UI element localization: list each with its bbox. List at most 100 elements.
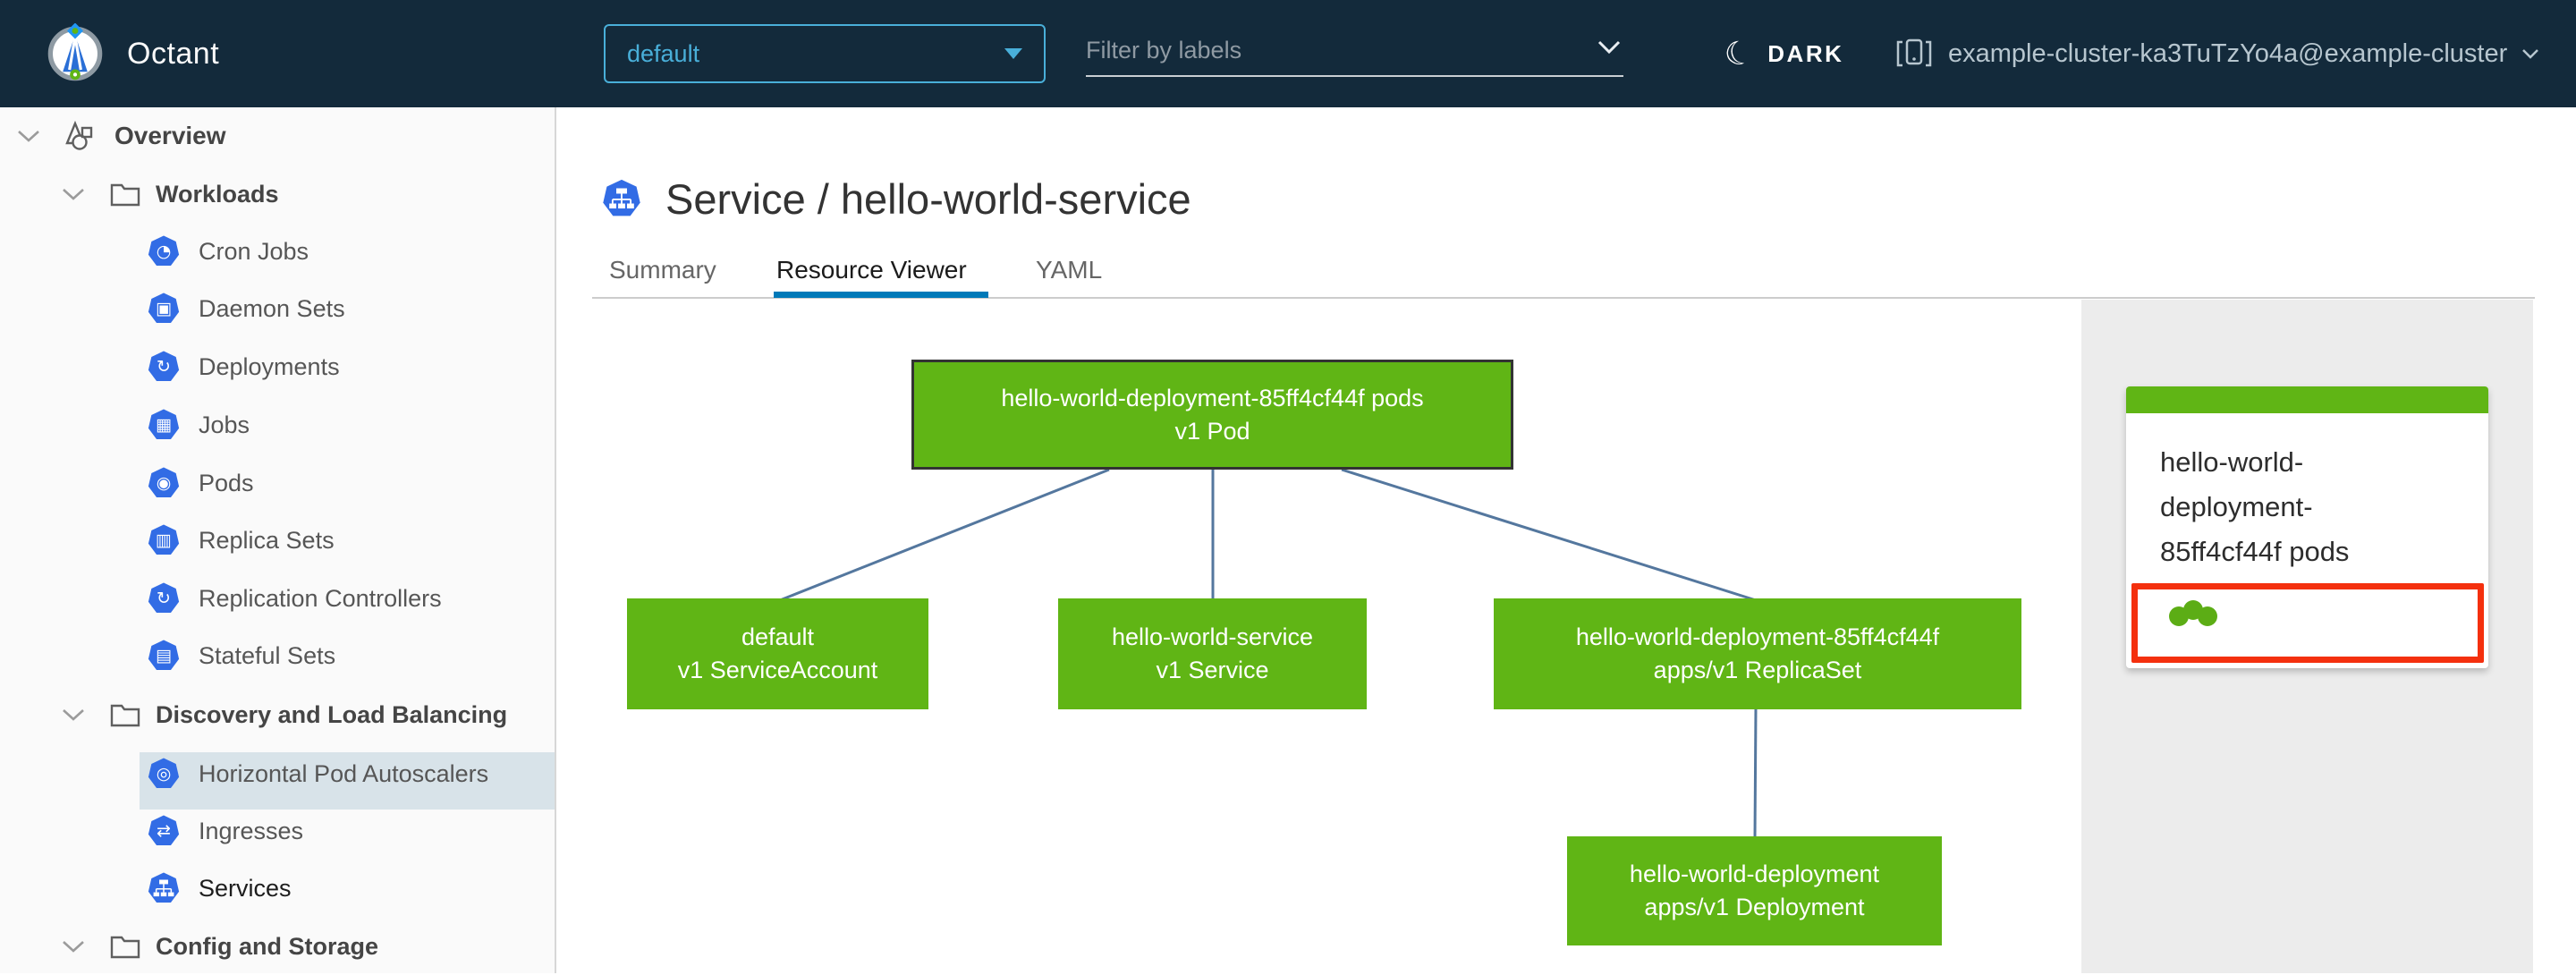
pods-icon: ◉ [148,467,180,497]
graph-node-deployment[interactable]: hello-world-deployment apps/v1 Deploymen… [1567,836,1942,945]
sidebar-item-pods[interactable]: ◉ Pods [0,454,556,512]
chevron-down-icon[interactable] [61,187,86,201]
sidebar-group-workloads[interactable]: Workloads [0,165,556,223]
sidebar-item-daemon-sets[interactable]: ▣ Daemon Sets [0,280,556,337]
graph-node-service[interactable]: hello-world-service v1 Service [1058,598,1367,709]
ingresses-icon: ⇄ [148,815,180,845]
selection-annotation [2131,583,2484,663]
icon-glyph: ◉ [156,473,172,493]
node-kind: v1 Pod [1174,417,1250,445]
sidebar-item-label: Overview [114,122,226,149]
sidebar-item-label: Replica Sets [199,526,335,554]
namespace-dropdown[interactable]: default [604,24,1046,83]
card-header-bar [2126,386,2488,413]
icon-glyph: ▦ [156,415,172,435]
active-tab-underline [774,292,988,298]
cluster-icon [1896,38,1932,67]
tab-resource-viewer[interactable]: Resource Viewer [776,256,967,284]
sidebar-group-label: Discovery and Load Balancing [156,700,508,728]
sidebar-item-label: Daemon Sets [199,294,345,322]
tab-summary[interactable]: Summary [609,256,716,284]
page-title-text: Service / hello-world-service [665,174,1191,223]
chevron-down-icon[interactable] [61,708,86,722]
chevron-down-icon[interactable] [16,129,41,143]
sidebar-item-label: Services [199,874,292,902]
sidebar-item-horizontal-pod-autoscalers[interactable]: ◎ Horizontal Pod Autoscalers [0,745,556,802]
node-name: hello-world-deployment [1629,861,1880,887]
node-kind: apps/v1 ReplicaSet [1653,657,1862,683]
replica-sets-icon: ▥ [148,524,180,555]
tab-yaml[interactable]: YAML [1036,256,1102,284]
sidebar-item-label: Stateful Sets [199,641,336,669]
sidebar-item-label: Ingresses [199,817,304,844]
jobs-icon: ▦ [148,409,180,439]
card-title: hello-world-deployment-85ff4cf44f pods [2160,446,2350,567]
sidebar-item-cron-jobs[interactable]: ◔ Cron Jobs [0,223,556,280]
icon-glyph: ◎ [156,764,172,784]
cluster-context[interactable]: example-cluster-ka3TuTzYo4a@example-clus… [1894,0,2539,107]
filter-chevron-icon[interactable] [1597,39,1622,55]
folder-icon [110,183,140,207]
sidebar-item-ingresses[interactable]: ⇄ Ingresses [0,802,556,860]
sidebar-item-jobs[interactable]: ▦ Jobs [0,396,556,454]
sidebar-item-replication-controllers[interactable]: ↻ Replication Controllers [0,570,556,627]
context-chevron-icon [2522,49,2539,59]
sidebar-item-label: Deployments [199,352,340,380]
namespace-value: default [627,39,700,67]
chevron-down-icon[interactable] [61,939,86,954]
node-kind: v1 ServiceAccount [677,657,878,683]
sidebar-item-overview[interactable]: Overview [0,107,556,165]
icon-glyph: ▥ [156,530,172,550]
app-title: Octant [127,36,220,71]
hpa-icon: ◎ [148,758,180,788]
icon-glyph: ◔ [156,242,172,261]
graph-node-replica-set[interactable]: hello-world-deployment-85ff4cf44f apps/v… [1494,598,2021,709]
node-name: default [741,623,815,650]
moon-icon: ☾ [1720,32,1758,75]
sidebar-group-label: Config and Storage [156,932,378,960]
header-bar: Octant default ☾ DARK example-cluster-ka… [0,0,2576,107]
pod-status-dot [2198,606,2217,626]
octant-app: { "header": { "app_title": "Octant", "na… [0,0,2576,973]
node-kind: apps/v1 Deployment [1644,894,1865,920]
octant-logo-icon[interactable] [45,23,106,84]
deployments-icon: ↻ [148,351,180,381]
sidebar-item-services[interactable]: Services [0,860,556,917]
objects-icon [65,120,93,150]
stateful-sets-icon: ▤ [148,640,180,670]
theme-toggle[interactable]: ☾ DARK [1720,0,1844,107]
sidebar-item-label: Pods [199,469,254,496]
node-kind: v1 Service [1156,657,1269,683]
icon-glyph: ↻ [157,589,171,608]
icon-glyph: ▣ [156,299,172,318]
sidebar-group-discovery-and-load-balancing[interactable]: Discovery and Load Balancing [0,686,556,743]
service-icon [603,179,640,216]
cluster-context-label: example-cluster-ka3TuTzYo4a@example-clus… [1948,38,2508,68]
theme-toggle-label: DARK [1767,39,1844,67]
folder-icon [110,704,140,727]
sidebar-item-label: Horizontal Pod Autoscalers [199,759,489,787]
label-filter-input[interactable] [1086,25,1623,77]
node-name: hello-world-service [1111,623,1314,650]
icon-glyph: ⇄ [157,821,171,841]
status-dots [2169,600,2217,626]
page-title: Service / hello-world-service [601,170,1191,227]
cron-jobs-icon: ◔ [148,235,180,266]
sidebar-item-replica-sets[interactable]: ▥ Replica Sets [0,512,556,569]
label-filter [1086,25,1623,82]
node-name: hello-world-deployment-85ff4cf44f [1575,623,1940,650]
replication-controllers-icon: ↻ [148,582,180,613]
sidebar-item-label: Cron Jobs [199,237,309,265]
sidebar-item-deployments[interactable]: ↻ Deployments [0,338,556,395]
dropdown-caret-icon [1004,48,1022,59]
daemon-sets-icon: ▣ [148,292,180,323]
icon-glyph: ▤ [156,646,172,666]
node-name: hello-world-deployment-85ff4cf44f pods [1001,384,1424,411]
sidebar-group-label: Workloads [156,180,279,208]
icon-glyph: ↻ [157,357,171,377]
sidebar-group-config-and-storage[interactable]: Config and Storage [0,918,556,975]
graph-node-pod[interactable]: hello-world-deployment-85ff4cf44f pods v… [911,360,1513,470]
sidebar-item-stateful-sets[interactable]: ▤ Stateful Sets [0,627,556,684]
services-icon [148,872,180,903]
graph-node-service-account[interactable]: default v1 ServiceAccount [627,598,928,709]
